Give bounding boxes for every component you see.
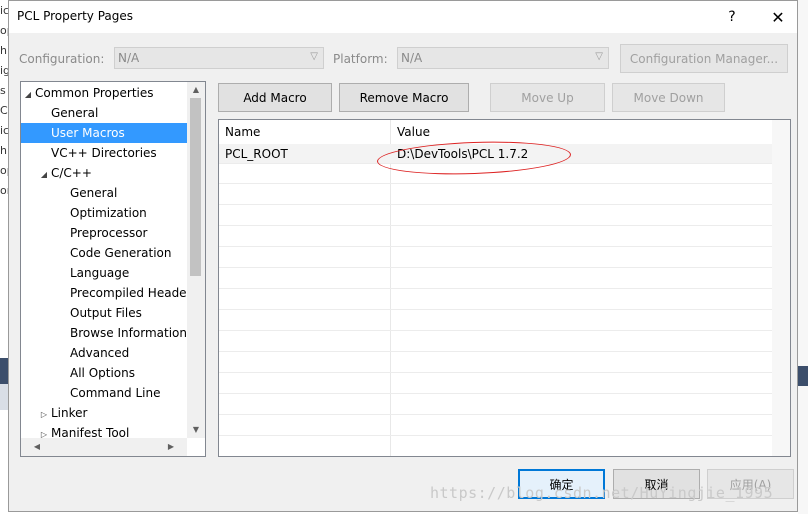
tree-item[interactable]: VC++ Directories bbox=[21, 143, 205, 163]
scroll-right-icon[interactable]: ▶ bbox=[163, 438, 179, 456]
empty-table-row bbox=[219, 311, 772, 331]
empty-table-row bbox=[219, 206, 772, 226]
tree-vertical-scrollbar[interactable]: ▲ ▼ bbox=[187, 82, 205, 438]
chevron-down-icon: ▽ bbox=[595, 51, 603, 62]
empty-table-row bbox=[219, 374, 772, 394]
tree-item-label: Output Files bbox=[70, 306, 142, 320]
tree-item-label: Browse Information bbox=[70, 326, 187, 340]
tree-item-label: General bbox=[70, 186, 118, 200]
tree-item-label: Linker bbox=[51, 406, 88, 420]
tree-item-label: Advanced bbox=[70, 346, 130, 360]
property-pages-dialog: PCL Property Pages ? ✕ Configuration: N/… bbox=[8, 0, 798, 512]
empty-table-row bbox=[219, 248, 772, 268]
empty-table-row bbox=[219, 332, 772, 352]
configuration-dropdown[interactable]: N/A ▽ bbox=[114, 47, 324, 69]
remove-macro-button[interactable]: Remove Macro bbox=[339, 83, 469, 112]
platform-value: N/A bbox=[401, 51, 423, 65]
macro-name-cell[interactable]: PCL_ROOT bbox=[219, 144, 390, 164]
tree-item[interactable]: ◢ Common Properties bbox=[21, 83, 187, 103]
tree-horizontal-scrollbar[interactable]: ◀ ▶ bbox=[21, 438, 187, 456]
move-down-button[interactable]: Move Down bbox=[612, 83, 725, 112]
empty-table-row bbox=[219, 437, 772, 456]
tree-item-label: User Macros bbox=[51, 126, 125, 140]
background-text-fragment: s bbox=[0, 84, 6, 97]
tree-item-label: Optimization bbox=[70, 206, 147, 220]
configuration-label: Configuration: bbox=[19, 52, 105, 66]
platform-label: Platform: bbox=[333, 52, 388, 66]
empty-table-row bbox=[219, 227, 772, 247]
column-header-value[interactable]: Value bbox=[391, 120, 771, 144]
move-up-button[interactable]: Move Up bbox=[490, 83, 605, 112]
chevron-down-icon: ▽ bbox=[310, 51, 318, 62]
tree-item[interactable]: Optimization bbox=[21, 203, 205, 223]
window-title: PCL Property Pages bbox=[17, 9, 134, 23]
tree-item-label: Command Line bbox=[70, 386, 161, 400]
tree-item-label: Common Properties bbox=[35, 86, 154, 100]
tree-item[interactable]: User Macros bbox=[21, 123, 205, 143]
tree-item[interactable]: Language bbox=[21, 263, 205, 283]
tree-item[interactable]: Output Files bbox=[21, 303, 205, 323]
scroll-thumb[interactable] bbox=[190, 98, 201, 276]
macro-grid: Name Value PCL_ROOT D:\DevTools\PCL 1.7.… bbox=[218, 119, 791, 457]
background-window-right bbox=[798, 0, 808, 514]
title-bar: PCL Property Pages ? ✕ bbox=[9, 1, 797, 33]
tree-item[interactable]: Advanced bbox=[21, 343, 205, 363]
collapsed-arrow-icon[interactable]: ▷ bbox=[37, 405, 51, 423]
tree-item[interactable]: General bbox=[21, 103, 205, 123]
column-header-name[interactable]: Name bbox=[219, 120, 391, 144]
tree-item-label: C/C++ bbox=[51, 166, 92, 180]
tree-item[interactable]: General bbox=[21, 183, 205, 203]
configuration-value: N/A bbox=[118, 51, 140, 65]
tree-item[interactable]: ◢ C/C++ bbox=[21, 163, 203, 183]
scroll-up-icon[interactable]: ▲ bbox=[187, 82, 205, 98]
tree-item-label: General bbox=[51, 106, 99, 120]
platform-dropdown[interactable]: N/A ▽ bbox=[397, 47, 609, 69]
tree-item-label: Code Generation bbox=[70, 246, 172, 260]
close-button[interactable]: ✕ bbox=[755, 1, 801, 33]
tree-item[interactable]: Preprocessor bbox=[21, 223, 205, 243]
help-button[interactable]: ? bbox=[709, 1, 755, 33]
watermark-url: https://blog.csdn.net/HuYingjie_1995 bbox=[430, 484, 774, 502]
tree-item-label: Precompiled Headers bbox=[70, 286, 198, 300]
grid-vertical-scroll-area bbox=[772, 120, 790, 456]
scroll-left-icon[interactable]: ◀ bbox=[29, 438, 45, 456]
configuration-manager-button[interactable]: Configuration Manager... bbox=[620, 44, 788, 73]
property-tree: ◢ Common Properties General User Macros VC++… bbox=[20, 81, 206, 457]
tree-item[interactable]: Command Line bbox=[21, 383, 205, 403]
expanded-arrow-icon[interactable]: ◢ bbox=[37, 165, 51, 183]
empty-table-row bbox=[219, 185, 772, 205]
tree-item-label: VC++ Directories bbox=[51, 146, 157, 160]
empty-table-row bbox=[219, 290, 772, 310]
background-taskbar-strip-right bbox=[798, 366, 808, 386]
empty-table-row bbox=[219, 269, 772, 289]
empty-table-row bbox=[219, 353, 772, 373]
tree-item[interactable]: ▷ Linker bbox=[21, 403, 203, 423]
background-text-fragment: h bbox=[0, 144, 7, 157]
tree-item[interactable]: All Options bbox=[21, 363, 205, 383]
tree-item-label: All Options bbox=[70, 366, 135, 380]
tree-item[interactable]: Code Generation bbox=[21, 243, 205, 263]
add-macro-button[interactable]: Add Macro bbox=[218, 83, 332, 112]
empty-table-row bbox=[219, 395, 772, 415]
tree-item-label: Preprocessor bbox=[70, 226, 148, 240]
scroll-down-icon[interactable]: ▼ bbox=[187, 422, 205, 438]
tree-item[interactable]: Browse Information bbox=[21, 323, 205, 343]
tree-item-label: Language bbox=[70, 266, 130, 280]
expanded-arrow-icon[interactable]: ◢ bbox=[21, 85, 35, 103]
tree-item[interactable]: Precompiled Headers bbox=[21, 283, 205, 303]
empty-table-row bbox=[219, 416, 772, 436]
